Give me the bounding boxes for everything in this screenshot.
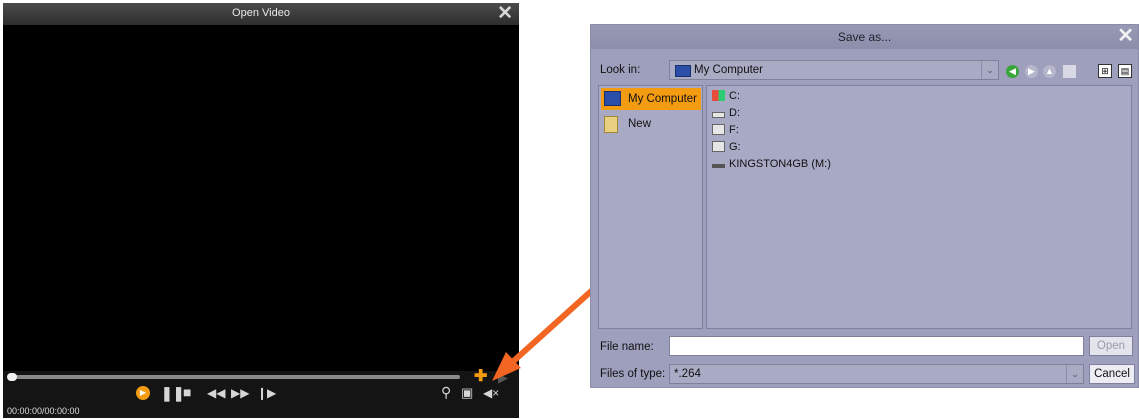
forward-icon[interactable]: ▶ — [1025, 65, 1038, 78]
look-in-label: Look in: — [600, 64, 641, 76]
open-button[interactable]: Open — [1089, 336, 1133, 356]
computer-icon — [675, 65, 691, 77]
play-icon[interactable]: ▶ — [136, 386, 150, 400]
places-item-new[interactable]: New — [601, 113, 701, 135]
drive-icon — [712, 141, 725, 152]
close-icon[interactable]: ✕ — [1117, 23, 1134, 48]
usb-drive-icon — [712, 164, 725, 168]
mute-icon[interactable]: ◀× — [483, 386, 499, 400]
fast-forward-icon[interactable]: ▶▶ — [231, 386, 249, 400]
places-item-my-computer[interactable]: My Computer — [601, 88, 701, 110]
windows-drive-icon — [712, 90, 725, 101]
back-icon[interactable]: ◀ — [1006, 65, 1019, 78]
files-of-type-dropdown[interactable]: *.264 ⌄ — [669, 364, 1084, 384]
time-display: 00:00:00/00:00:00 — [7, 406, 80, 416]
drive-icon — [712, 112, 725, 118]
close-icon[interactable]: ✕ — [497, 2, 513, 25]
zoom-icon[interactable]: ⚲ — [441, 385, 451, 399]
cancel-button[interactable]: Cancel — [1089, 364, 1135, 384]
save-as-dialog: Save as... ✕ Look in: My Computer ⌄ ◀ ▶ … — [590, 24, 1139, 388]
detail-view-icon[interactable]: ▤ — [1118, 64, 1132, 78]
places-item-label: New — [628, 118, 652, 130]
next-arrow-icon[interactable]: ▶ — [498, 371, 508, 385]
dialog-title-bar: Save as... ✕ — [591, 25, 1138, 49]
look-in-value: My Computer — [694, 64, 764, 76]
stop-icon[interactable]: ■ — [183, 385, 191, 399]
video-window: Open Video ✕ ✚ ▶ ▶ ❚❚ ■ ◀◀ ▶▶ ❙▶ ⚲ ▣ ◀× … — [3, 3, 519, 418]
pause-icon[interactable]: ❚❚ — [161, 386, 184, 400]
video-display — [5, 26, 517, 371]
chevron-down-icon[interactable]: ⌄ — [981, 61, 998, 79]
folder-icon — [604, 116, 618, 133]
file-name-label: File name: — [600, 341, 654, 353]
file-list: C: D: F: G: KINGSTON4GB (M:) — [706, 85, 1132, 329]
frame-step-icon[interactable]: ❙▶ — [257, 386, 276, 400]
list-view-icon[interactable]: ⊞ — [1098, 64, 1112, 78]
drive-icon — [712, 124, 725, 135]
video-window-title: Open Video — [232, 7, 290, 19]
video-title-bar: Open Video ✕ — [3, 3, 519, 25]
file-name-input[interactable] — [669, 336, 1084, 356]
camera-icon[interactable]: ▣ — [461, 386, 473, 400]
chevron-down-icon[interactable]: ⌄ — [1066, 365, 1083, 383]
seek-handle[interactable] — [7, 373, 17, 381]
places-item-label: My Computer — [628, 93, 698, 105]
places-panel: My Computer New — [598, 85, 703, 329]
seek-bar[interactable] — [7, 373, 460, 381]
rewind-icon[interactable]: ◀◀ — [207, 386, 225, 400]
new-folder-icon[interactable] — [1063, 65, 1076, 78]
add-icon[interactable]: ✚ — [474, 369, 487, 385]
look-in-dropdown[interactable]: My Computer ⌄ — [669, 60, 999, 80]
computer-icon — [604, 91, 621, 106]
files-of-type-value: *.264 — [674, 368, 701, 380]
files-of-type-label: Files of type: — [600, 368, 666, 380]
up-folder-icon[interactable]: ▲ — [1043, 65, 1056, 78]
playback-controls: ✚ ▶ ▶ ❚❚ ■ ◀◀ ▶▶ ❙▶ ⚲ ▣ ◀× 00:00:00/00:0… — [3, 369, 519, 418]
dialog-title: Save as... — [837, 30, 892, 44]
